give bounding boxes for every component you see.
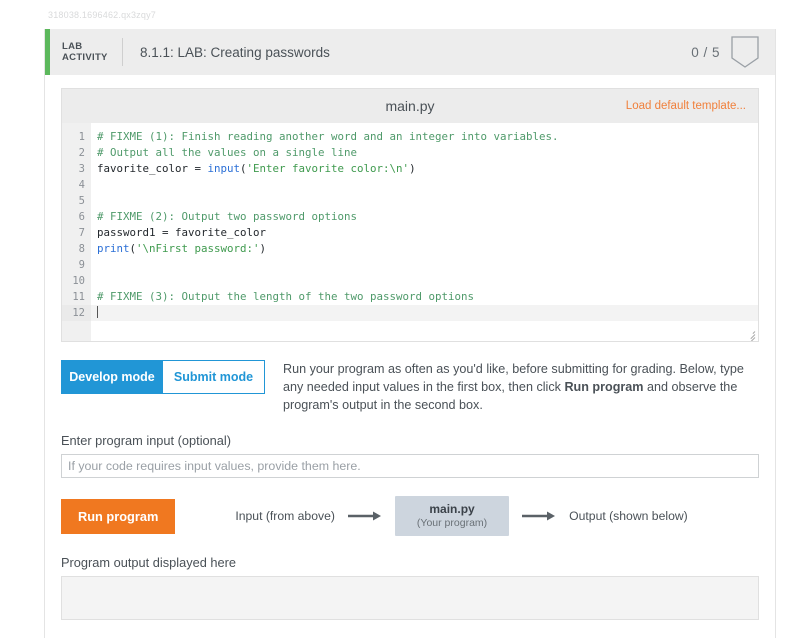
program-flow-diagram: Input (from above) main.py (Your program…	[235, 496, 688, 536]
line-number: 6	[78, 211, 85, 223]
develop-mode-button[interactable]: Develop mode	[61, 360, 163, 394]
line-number: 9	[78, 259, 85, 271]
editor-resize-handle[interactable]	[745, 329, 756, 341]
mode-row: Develop mode Submit mode Run your progra…	[61, 360, 759, 414]
activity-accent-bar	[45, 29, 50, 75]
code-line[interactable]	[91, 305, 758, 321]
submit-mode-button[interactable]: Submit mode	[163, 360, 265, 394]
line-number: 2	[78, 147, 85, 159]
code-line[interactable]	[91, 273, 758, 289]
editor-filename: main.py	[385, 98, 435, 114]
code-token: password1 = favorite_color	[97, 226, 267, 239]
text-cursor	[97, 306, 98, 318]
line-number: 10	[72, 275, 85, 287]
code-token: )	[409, 162, 416, 175]
code-line[interactable]: # FIXME (3): Output the length of the tw…	[91, 289, 758, 305]
arrow-right-icon-1	[347, 511, 381, 521]
code-line[interactable]: # FIXME (1): Finish reading another word…	[91, 129, 758, 145]
code-token: input	[207, 162, 241, 175]
activity-body: main.py Load default template... 1234567…	[45, 88, 775, 638]
mode-description-bold: Run program	[564, 380, 644, 394]
program-input-field[interactable]	[61, 454, 759, 478]
program-box-name: main.py	[429, 502, 475, 516]
line-number: 7	[78, 227, 85, 239]
program-output-box	[61, 576, 759, 620]
line-number: 3	[78, 163, 85, 175]
mode-description: Run your program as often as you'd like,…	[283, 360, 759, 414]
header-divider	[122, 38, 123, 66]
code-line[interactable]	[91, 193, 758, 209]
code-token: )	[259, 242, 267, 255]
line-number: 1	[78, 131, 85, 143]
code-line[interactable]	[91, 177, 758, 193]
code-line[interactable]: print('\nFirst password:')	[91, 241, 758, 257]
load-default-template-link[interactable]: Load default template...	[626, 100, 746, 112]
flow-output-label: Output (shown below)	[569, 509, 688, 523]
code-token: 'Enter favorite color:\n'	[246, 162, 410, 175]
code-token: '\nFirst password:'	[136, 242, 260, 255]
activity-header: LAB ACTIVITY 8.1.1: LAB: Creating passwo…	[45, 29, 775, 75]
program-input-label: Enter program input (optional)	[61, 433, 232, 448]
line-number: 4	[78, 179, 85, 191]
code-token: # FIXME (2): Output two password options	[97, 210, 358, 223]
code-line[interactable]	[91, 257, 758, 273]
run-program-button[interactable]: Run program	[61, 498, 176, 534]
code-token: # FIXME (3): Output the length of the tw…	[97, 290, 475, 303]
code-line[interactable]: # Output all the values on a single line	[91, 145, 758, 161]
editor-toolbar: main.py Load default template...	[62, 89, 758, 123]
code-token: # FIXME (1): Finish reading another word…	[97, 130, 559, 143]
lab-activity-badge: LAB ACTIVITY	[62, 41, 122, 64]
run-row: Run program Input (from above) main.py (…	[61, 496, 759, 536]
line-number: 12	[62, 305, 91, 321]
editor-surface[interactable]: 1 2 3 4 5 6 7 8 9 10 11 12 # FIXME (1): Finish read…	[62, 123, 758, 341]
lab-badge-line-2: ACTIVITY	[62, 52, 108, 63]
line-number: 5	[78, 195, 85, 207]
code-line[interactable]: password1 = favorite_color	[91, 225, 758, 241]
code-token: print	[97, 242, 130, 255]
code-token: favorite_color =	[97, 162, 208, 175]
page-reference-id: 318038.1696462.qx3zqy7	[48, 10, 156, 20]
mode-toggle: Develop mode Submit mode	[61, 360, 265, 394]
lab-badge-line-1: LAB	[62, 40, 83, 52]
program-box: main.py (Your program)	[394, 496, 510, 536]
line-number: 11	[72, 291, 85, 303]
code-line[interactable]: # FIXME (2): Output two password options	[91, 209, 758, 225]
activity-title: 8.1.1: LAB: Creating passwords	[140, 44, 330, 60]
score-badge-icon	[731, 36, 759, 68]
score-value: 0 / 5	[691, 44, 720, 60]
score-area: 0 / 5	[691, 36, 759, 68]
program-output-label: Program output displayed here	[61, 555, 236, 570]
flow-input-label: Input (from above)	[235, 509, 335, 523]
line-number: 8	[78, 243, 85, 255]
lab-activity-card: LAB ACTIVITY 8.1.1: LAB: Creating passwo…	[44, 29, 776, 638]
code-line[interactable]: favorite_color = input('Enter favorite c…	[91, 161, 758, 177]
code-token: # Output all the values on a single line	[97, 146, 358, 159]
program-box-sub: (Your program)	[416, 517, 488, 529]
editor-gutter: 1 2 3 4 5 6 7 8 9 10 11 12	[62, 123, 91, 341]
arrow-right-icon-2	[522, 511, 556, 521]
editor-code-area[interactable]: # FIXME (1): Finish reading another word…	[91, 123, 758, 341]
code-editor: main.py Load default template... 1234567…	[61, 88, 759, 342]
